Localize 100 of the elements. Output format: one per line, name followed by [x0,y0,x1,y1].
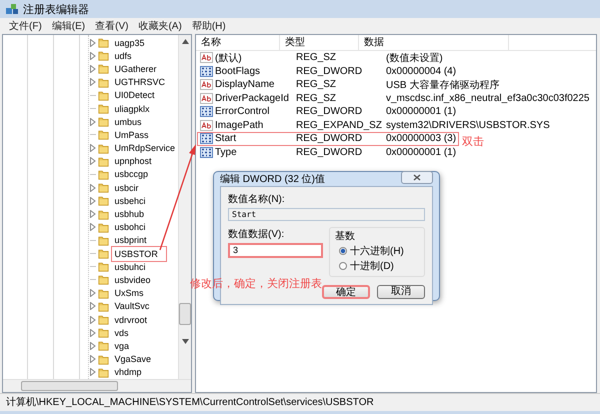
tree-item[interactable]: usbprint [111,233,150,248]
dialog-button[interactable]: 确定 [322,285,370,299]
value-data: (数值未设置) [385,52,443,65]
name-field[interactable]: Start [228,208,425,221]
folder-icon [98,366,110,378]
folder-icon [98,327,110,338]
column-header[interactable]: 数据 [359,35,509,50]
value-data: 0x00000003 (3) [385,133,456,144]
scroll-down-icon[interactable] [182,339,188,344]
tree-item[interactable]: usbccgp [111,167,151,182]
value-type: REG_DWORD [295,133,364,144]
value-data: USB 大容量存储驱动程序 [385,78,500,92]
folder-icon [98,142,110,154]
value-name[interactable]: ImagePath [215,120,264,131]
menu-item[interactable]: 文件(F) [9,18,42,32]
folder-icon [98,314,110,326]
tree-item[interactable]: UmRdpService [111,141,178,156]
value-type: REG_DWORD [295,146,364,158]
string-value-icon [200,79,213,90]
tree-item[interactable]: UGatherer [111,62,160,76]
dialog-button[interactable]: 取消 [377,285,425,299]
folder-icon [98,234,110,246]
scroll-up-icon[interactable] [182,39,188,44]
tree-item[interactable]: UxSms [111,286,146,300]
value-name[interactable]: Type [215,146,237,158]
tree-item[interactable]: vga [111,338,132,353]
status-bar: 计算机\HKEY_LOCAL_MACHINE\SYSTEM\CurrentControlSet\services\USBSTOR [0,393,600,411]
column-header[interactable]: 类型 [280,35,359,50]
tree-item[interactable]: USBSTOR [111,246,167,262]
folder-icon [98,156,110,167]
value-type: REG_DWORD [295,66,364,77]
value-data: v_mscdsc.inf_x86_neutral_ef3a0c30c03f0225 [385,92,590,104]
string-value-icon [200,52,213,64]
tree-item[interactable]: uliagpklx [111,102,152,116]
close-icon [413,174,421,180]
folder-icon [98,63,110,74]
tree-item[interactable]: vdrvroot [111,312,150,327]
binary-value-icon [200,133,213,144]
tree-item[interactable]: vhdmp [111,365,144,380]
annotation-text: 双击 [462,135,484,149]
tree-item[interactable]: uagp35 [111,36,148,50]
tree-item[interactable]: usbcir [111,180,142,195]
close-button[interactable] [401,170,433,184]
field-label: 数值数据(V): [228,228,286,241]
menu-item[interactable]: 收藏夹(A) [138,18,182,32]
value-type: REG_SZ [295,52,338,64]
folder-icon [98,129,110,140]
field-label: 数值名称(N): [228,193,286,206]
folder-icon [98,288,110,299]
folder-icon [98,274,110,286]
value-data: 0x00000001 (1) [385,146,456,158]
folder-icon [98,208,110,220]
tree-item[interactable]: usbuhci [111,260,148,274]
menu-item[interactable]: 帮助(H) [192,18,226,32]
registry-cubes-icon [5,2,19,16]
value-name[interactable]: BootFlags [215,66,260,77]
menu-item[interactable]: 查看(V) [95,18,128,32]
tree-item[interactable]: usbhub [111,207,147,222]
value-data: system32\DRIVERS\USBSTOR.SYS [385,120,550,131]
folder-icon [98,37,110,48]
folder-icon [98,354,110,365]
radio-label[interactable]: 十进制(D) [350,259,394,273]
tree-item[interactable]: UmPass [111,128,152,142]
expand-icon[interactable] [90,118,96,126]
binary-value-icon [200,66,213,77]
folder-icon [98,340,110,352]
folder-icon [98,50,110,62]
tree-item[interactable]: VaultSvc [111,299,152,314]
radio-button[interactable] [339,262,347,270]
binary-value-icon [200,146,213,158]
value-name[interactable]: DisplayName [215,79,274,90]
tree-item[interactable]: usbvideo [111,272,154,287]
tree-item[interactable]: udfs [111,48,134,63]
menu-item[interactable]: 编辑(E) [52,18,86,32]
tree-item[interactable]: VgaSave [111,352,154,366]
value-data: 0x00000004 (4) [385,66,456,77]
vertical-scrollbar[interactable] [178,35,191,379]
folder-icon [98,90,110,101]
tree-item[interactable]: upnphost [111,154,155,168]
value-type: REG_SZ [295,79,338,90]
value-name[interactable]: Start [215,133,236,144]
value-data-field[interactable]: 3 [228,243,323,258]
scrollbar-thumb[interactable] [179,303,191,325]
radio-button[interactable] [339,247,347,255]
tree-item[interactable]: usbohci [111,220,148,234]
tree-item[interactable]: UGTHRSVC [111,75,168,90]
folder-icon [98,300,110,312]
string-value-icon [200,120,213,131]
value-name[interactable]: (默认) [215,50,242,65]
tree-item[interactable]: vds [111,326,132,340]
value-name[interactable]: DriverPackageId [215,92,289,104]
horizontal-scrollbar[interactable] [3,379,191,392]
dialog-title: 编辑 DWORD (32 位)值 [220,172,325,186]
tree-item[interactable]: usbehci [111,194,148,208]
radio-label[interactable]: 十六进制(H) [350,244,404,258]
tree-item[interactable]: UI0Detect [111,88,158,102]
tree-item[interactable]: umbus [111,114,144,129]
column-header[interactable]: 名称 [196,35,280,50]
value-name[interactable]: ErrorControl [215,106,270,118]
folder-icon [98,182,110,194]
